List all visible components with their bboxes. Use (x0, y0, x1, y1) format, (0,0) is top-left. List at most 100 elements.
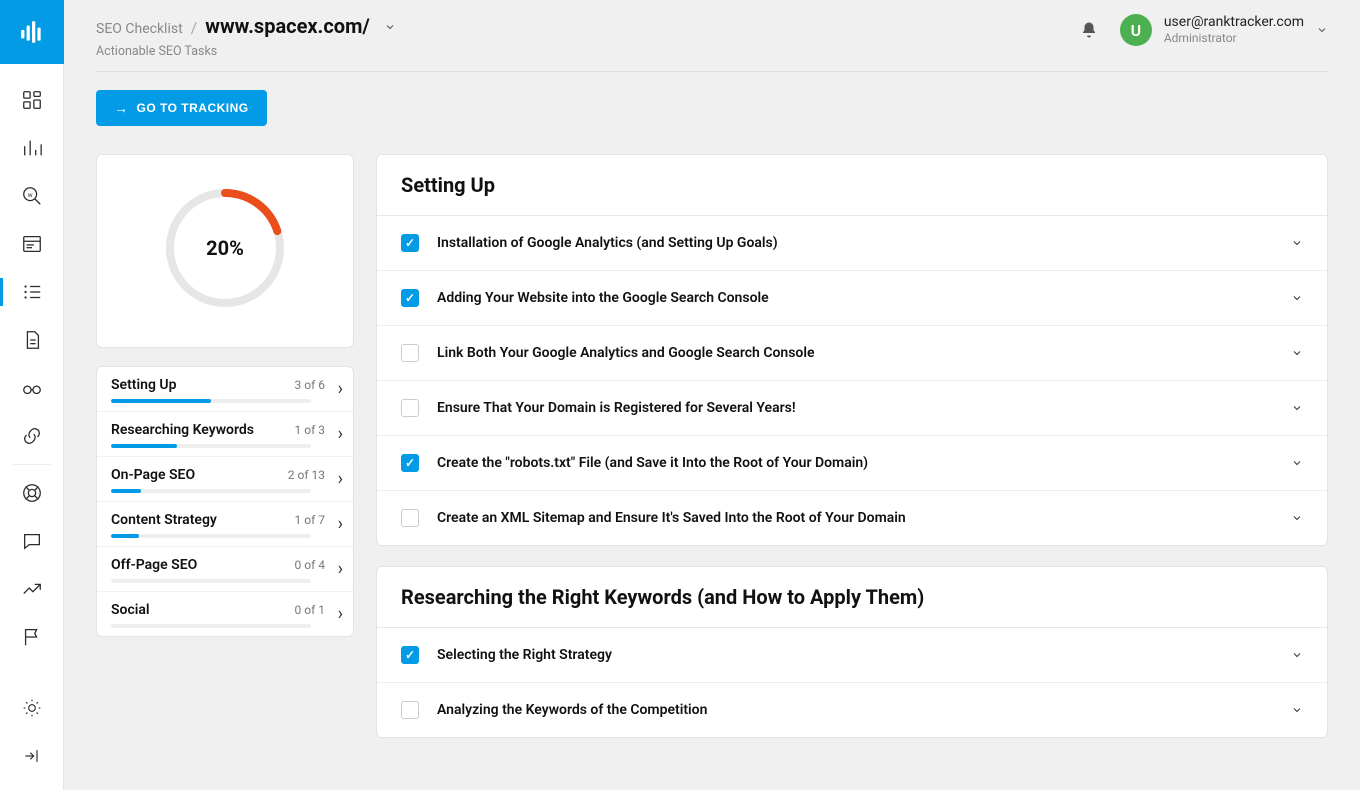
category-name: Content Strategy (111, 512, 295, 528)
sun-icon (22, 698, 42, 718)
task-checkbox[interactable] (401, 701, 419, 719)
nav-collapse[interactable] (0, 732, 64, 780)
chevron-down-icon[interactable] (1291, 347, 1303, 359)
chevron-down-icon[interactable] (1291, 292, 1303, 304)
task-row[interactable]: Create the "robots.txt" File (and Save i… (377, 436, 1327, 491)
category-count: 0 of 1 (295, 603, 325, 617)
svg-text:w: w (27, 191, 32, 199)
task-checkbox[interactable] (401, 399, 419, 417)
category-count: 1 of 3 (295, 423, 325, 437)
task-title: Installation of Google Analytics (and Se… (437, 235, 1273, 251)
link-icon (21, 425, 43, 447)
category-progress-bar (111, 624, 311, 628)
nav-backlink-monitor[interactable] (0, 412, 64, 460)
project-selector[interactable]: www.spacex.com/ (205, 14, 370, 38)
lifebuoy-icon (21, 482, 43, 504)
nav-help[interactable] (0, 469, 64, 517)
category-item[interactable]: Setting Up 3 of 6 › (97, 367, 353, 412)
chevron-down-icon[interactable] (1291, 237, 1303, 249)
go-to-tracking-button[interactable]: → GO TO TRACKING (96, 90, 267, 126)
category-progress-bar (111, 399, 311, 403)
task-checkbox[interactable] (401, 289, 419, 307)
nav-serp-checker[interactable] (0, 220, 64, 268)
notifications-button[interactable] (1080, 21, 1098, 39)
task-row[interactable]: Installation of Google Analytics (and Se… (377, 216, 1327, 271)
chevron-down-icon (1316, 24, 1328, 36)
project-selector-caret[interactable] (384, 21, 396, 33)
browser-icon (21, 233, 43, 255)
chevron-down-icon[interactable] (1291, 457, 1303, 469)
task-row[interactable]: Create an XML Sitemap and Ensure It's Sa… (377, 491, 1327, 545)
collapse-icon (22, 746, 42, 766)
nav-keyword-finder[interactable]: w (0, 172, 64, 220)
user-menu[interactable]: U user@ranktracker.com Administrator (1120, 14, 1328, 46)
chevron-right-icon: › (338, 379, 343, 400)
nav-flag[interactable] (0, 613, 64, 661)
category-name: Researching Keywords (111, 422, 295, 438)
chevron-down-icon[interactable] (1291, 704, 1303, 716)
task-row[interactable]: Ensure That Your Domain is Registered fo… (377, 381, 1327, 436)
category-item[interactable]: On-Page SEO 2 of 13 › (97, 457, 353, 502)
category-count: 3 of 6 (295, 378, 325, 392)
content: 20% Setting Up 3 of 6 › Researching Keyw… (96, 134, 1328, 790)
chevron-right-icon: › (338, 604, 343, 625)
category-item[interactable]: Researching Keywords 1 of 3 › (97, 412, 353, 457)
nav-theme[interactable] (0, 684, 64, 732)
category-progress-bar (111, 489, 311, 493)
progress-card: 20% (96, 154, 354, 348)
section-title: Setting Up (401, 173, 1303, 197)
category-item[interactable]: Content Strategy 1 of 7 › (97, 502, 353, 547)
chevron-right-icon: › (338, 514, 343, 535)
chat-icon (21, 530, 43, 552)
nav-backlink-checker[interactable] (0, 364, 64, 412)
nav-dashboard[interactable] (0, 76, 64, 124)
nav-trends[interactable] (0, 565, 64, 613)
nav-seo-checklist[interactable] (0, 268, 64, 316)
chevron-right-icon: › (338, 559, 343, 580)
breadcrumb-root[interactable]: SEO Checklist (96, 21, 183, 37)
bar-chart-icon (21, 137, 43, 159)
category-progress-bar (111, 444, 311, 448)
task-title: Analyzing the Keywords of the Competitio… (437, 702, 1273, 718)
user-role: Administrator (1164, 31, 1304, 45)
nav-site-audit[interactable] (0, 316, 64, 364)
task-row[interactable]: Analyzing the Keywords of the Competitio… (377, 683, 1327, 737)
task-checkbox[interactable] (401, 509, 419, 527)
task-checkbox[interactable] (401, 454, 419, 472)
category-item[interactable]: Social 0 of 1 › (97, 592, 353, 636)
nav-feedback[interactable] (0, 517, 64, 565)
main-panel: SEO Checklist / www.spacex.com/ Actionab… (64, 0, 1360, 790)
category-item[interactable]: Off-Page SEO 0 of 4 › (97, 547, 353, 592)
checklist-section: Researching the Right Keywords (and How … (376, 566, 1328, 738)
category-count: 1 of 7 (295, 513, 325, 527)
task-row[interactable]: Link Both Your Google Analytics and Goog… (377, 326, 1327, 381)
task-checkbox[interactable] (401, 646, 419, 664)
checklist-section: Setting Up Installation of Google Analyt… (376, 154, 1328, 546)
nav-rail: w (0, 0, 64, 790)
task-checkbox[interactable] (401, 344, 419, 362)
task-row[interactable]: Adding Your Website into the Google Sear… (377, 271, 1327, 326)
progress-percent-label: 20% (160, 183, 290, 313)
nav-rank-tracker[interactable] (0, 124, 64, 172)
brand-logo[interactable] (0, 0, 64, 64)
search-icon: w (21, 185, 43, 207)
task-title: Create the "robots.txt" File (and Save i… (437, 455, 1273, 471)
category-name: Off-Page SEO (111, 557, 295, 573)
task-checkbox[interactable] (401, 234, 419, 252)
chevron-down-icon[interactable] (1291, 649, 1303, 661)
chevron-down-icon[interactable] (1291, 402, 1303, 414)
category-name: Setting Up (111, 377, 295, 393)
section-title: Researching the Right Keywords (and How … (401, 585, 1303, 609)
user-email: user@ranktracker.com (1164, 14, 1304, 31)
task-row[interactable]: Selecting the Right Strategy (377, 628, 1327, 683)
chevron-right-icon: › (338, 469, 343, 490)
arrow-right-icon: → (114, 100, 129, 116)
category-progress-bar (111, 579, 311, 583)
checklist-icon (21, 281, 43, 303)
category-name: Social (111, 602, 295, 618)
chevron-right-icon: › (338, 424, 343, 445)
avatar: U (1120, 14, 1152, 46)
chevron-down-icon[interactable] (1291, 512, 1303, 524)
trend-icon (21, 578, 43, 600)
dashboard-icon (21, 89, 43, 111)
